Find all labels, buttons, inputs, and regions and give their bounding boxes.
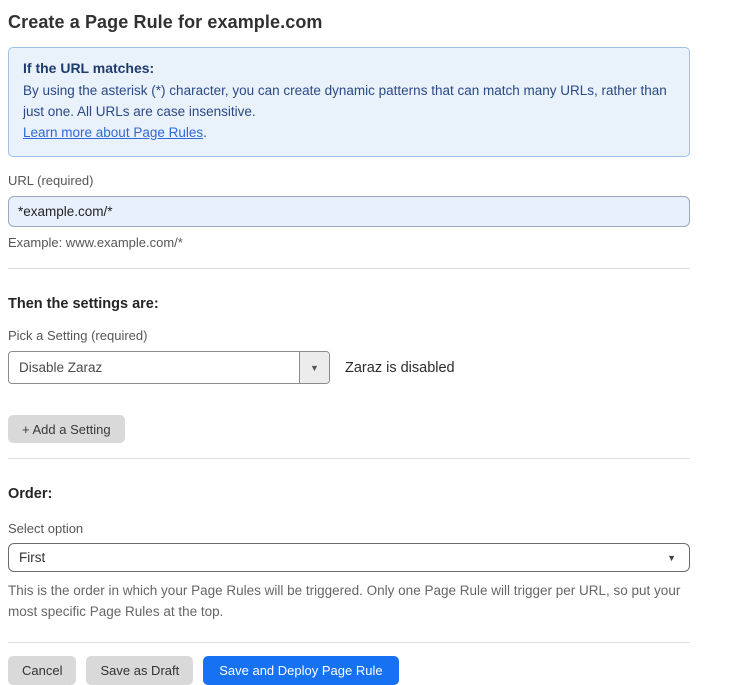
cancel-button[interactable]: Cancel bbox=[8, 656, 76, 685]
chevron-down-icon: ▼ bbox=[667, 553, 676, 563]
order-help-text: This is the order in which your Page Rul… bbox=[8, 580, 684, 622]
pick-setting-label: Pick a Setting (required) bbox=[8, 328, 690, 343]
setting-dropdown-value: Disable Zaraz bbox=[9, 352, 299, 383]
link-suffix: . bbox=[203, 125, 207, 140]
divider bbox=[8, 642, 690, 643]
page-rule-form: Create a Page Rule for example.com If th… bbox=[8, 0, 690, 685]
url-match-info-box: If the URL matches: By using the asteris… bbox=[8, 47, 690, 157]
dropdown-arrow-icon[interactable]: ▼ bbox=[299, 352, 329, 383]
setting-dropdown[interactable]: Disable Zaraz ▼ bbox=[8, 351, 330, 384]
url-input[interactable] bbox=[8, 196, 690, 227]
divider bbox=[8, 268, 690, 269]
divider bbox=[8, 458, 690, 459]
setting-status-text: Zaraz is disabled bbox=[345, 360, 455, 376]
add-setting-button[interactable]: + Add a Setting bbox=[8, 415, 125, 443]
info-box-body: By using the asterisk (*) character, you… bbox=[23, 80, 675, 122]
learn-more-link[interactable]: Learn more about Page Rules bbox=[23, 125, 203, 140]
actions-row: Cancel Save as Draft Save and Deploy Pag… bbox=[8, 656, 690, 685]
info-box-link-line: Learn more about Page Rules. bbox=[23, 122, 675, 143]
url-field-label: URL (required) bbox=[8, 173, 690, 188]
order-select-label: Select option bbox=[8, 521, 690, 536]
order-select-value: First bbox=[19, 550, 45, 565]
save-as-draft-button[interactable]: Save as Draft bbox=[86, 656, 193, 685]
setting-row: Disable Zaraz ▼ Zaraz is disabled bbox=[8, 351, 690, 384]
info-box-heading: If the URL matches: bbox=[23, 58, 675, 79]
order-section-heading: Order: bbox=[8, 486, 690, 502]
order-select[interactable]: First ▼ bbox=[8, 543, 690, 572]
settings-section-heading: Then the settings are: bbox=[8, 296, 690, 312]
page-title: Create a Page Rule for example.com bbox=[8, 12, 690, 33]
save-and-deploy-button[interactable]: Save and Deploy Page Rule bbox=[203, 656, 398, 685]
url-field-hint: Example: www.example.com/* bbox=[8, 235, 690, 250]
